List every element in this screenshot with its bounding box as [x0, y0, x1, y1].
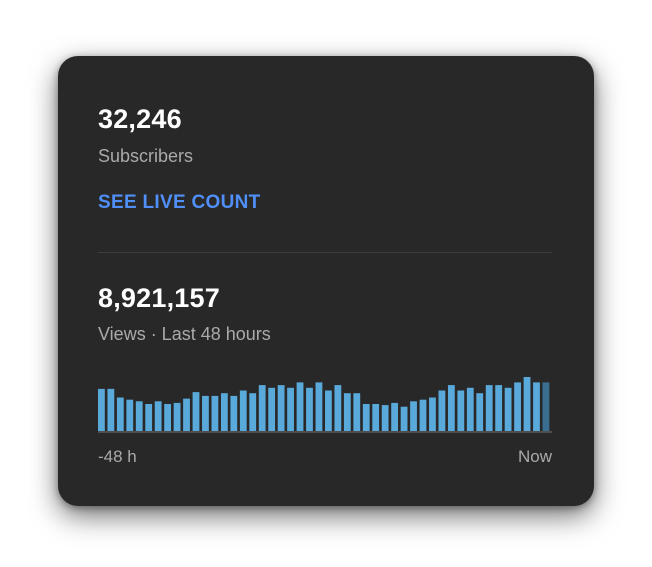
- chart-bar: [126, 399, 134, 431]
- chart-bar: [476, 393, 484, 431]
- chart-bar: [343, 393, 351, 431]
- x-tick-label-end: Now: [517, 447, 552, 466]
- chart-bar: [239, 390, 247, 431]
- chart-bar: [145, 404, 153, 431]
- chart-bar: [533, 382, 540, 431]
- chart-bar: [523, 377, 531, 431]
- chart-bar: [98, 388, 105, 431]
- chart-bar: [410, 401, 417, 431]
- chart-bar: [135, 401, 143, 431]
- chart-bar: [542, 382, 550, 431]
- subscriber-label: Subscribers: [98, 146, 194, 166]
- section-divider: [98, 252, 552, 253]
- stats-card-content: 32,246 Subscribers SEE LIVE COUNT 8,921,…: [98, 56, 552, 506]
- chart-bar: [372, 404, 380, 431]
- chart-bar: [315, 382, 323, 431]
- subscriber-count: 32,246: [98, 104, 182, 134]
- chart-bar: [504, 387, 512, 431]
- views-count: 8,921,157: [98, 283, 220, 313]
- see-live-count-link[interactable]: SEE LIVE COUNT: [98, 192, 261, 214]
- chart-bar: [419, 399, 427, 431]
- chart-bar: [277, 385, 285, 431]
- chart-bar: [154, 401, 162, 431]
- chart-bar: [325, 390, 332, 431]
- chart-bar: [457, 390, 465, 431]
- chart-bar: [447, 385, 455, 431]
- chart-bar: [362, 404, 370, 431]
- chart-bar: [429, 397, 436, 431]
- chart-bar: [211, 395, 219, 431]
- stats-card: 32,246 Subscribers SEE LIVE COUNT 8,921,…: [58, 56, 594, 506]
- chart-bar: [116, 397, 124, 431]
- chart-bar: [173, 402, 181, 431]
- chart-bar: [220, 393, 228, 431]
- chart-bar: [466, 387, 474, 431]
- x-tick-label-start: -48 h: [98, 447, 137, 466]
- chart-bar: [230, 395, 238, 431]
- chart-bar: [249, 393, 257, 431]
- chart-bar: [287, 387, 294, 431]
- chart-bar: [183, 398, 190, 431]
- chart-bar: [192, 392, 200, 431]
- chart-bar: [485, 385, 493, 431]
- chart-bar: [514, 382, 521, 431]
- views-label: Views · Last 48 hours: [98, 324, 271, 344]
- chart-bar: [381, 405, 389, 431]
- chart-bar: [164, 404, 172, 431]
- chart-bar: [391, 402, 399, 431]
- chart-bar: [495, 385, 503, 431]
- chart-bar: [296, 382, 304, 431]
- chart-bar: [353, 393, 361, 431]
- chart-bar: [438, 390, 446, 431]
- chart-bar: [400, 406, 408, 431]
- chart-bar: [334, 385, 342, 431]
- chart-bar: [202, 395, 209, 431]
- chart-bar: [306, 387, 313, 431]
- views-bar-chart: [98, 377, 552, 433]
- chart-bar: [107, 388, 115, 431]
- chart-bar: [258, 385, 266, 431]
- chart-bar: [268, 387, 276, 431]
